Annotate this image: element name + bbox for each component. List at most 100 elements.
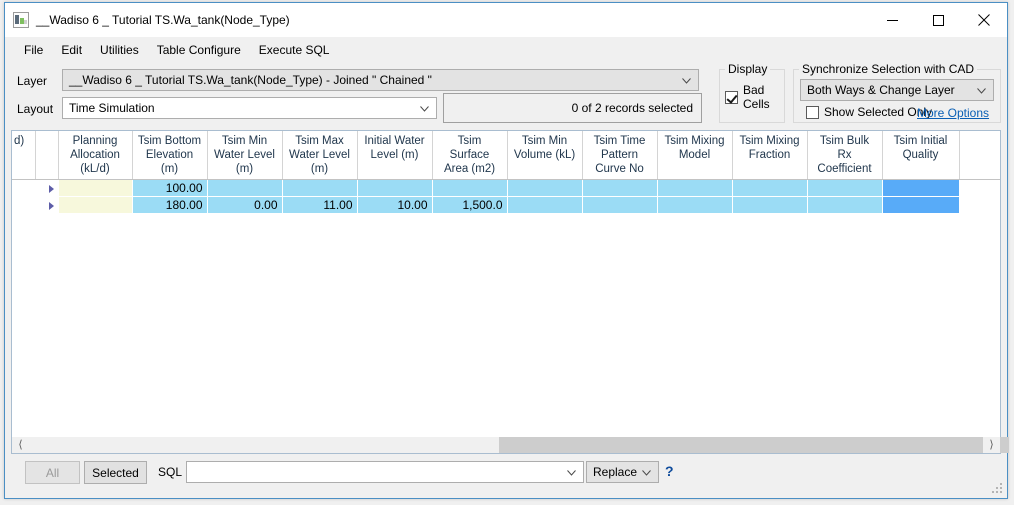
grid-column-header-6[interactable]: Initial Water Level (m) <box>357 131 433 180</box>
grid-cell-r1c8[interactable] <box>507 196 583 214</box>
grid-column-header-12[interactable]: Tsim Bulk Rx Coefficient <box>807 131 883 180</box>
menu-edit[interactable]: Edit <box>52 40 91 60</box>
chevron-right-icon: ⟩ <box>989 438 994 451</box>
grid-column-header-5[interactable]: Tsim Max Water Level (m) <box>282 131 358 180</box>
bad-cells-checkbox[interactable] <box>725 90 738 104</box>
grid-cell-filler <box>959 196 1000 214</box>
grid-cell-r0c6[interactable] <box>357 179 433 197</box>
grid-cell-r0c11[interactable] <box>732 179 808 197</box>
menu-utilities[interactable]: Utilities <box>91 40 148 60</box>
close-button[interactable] <box>961 3 1007 37</box>
help-button[interactable]: ? <box>665 463 674 479</box>
table-row[interactable]: 100.00 <box>12 179 1000 197</box>
grid-body: 100.00 180.00 0.00 11.00 10.00 1,500.0 <box>12 179 1000 214</box>
screenshot-root: __Wadiso 6 _ Tutorial TS.Wa_tank(Node_Ty… <box>0 0 1014 505</box>
sql-label: SQL <box>158 465 183 479</box>
grid-column-header-2[interactable]: Planning Allocation (kL/d) <box>58 131 133 180</box>
grid-cell-r0c0[interactable] <box>12 179 36 197</box>
grid-column-header-1[interactable] <box>35 131 59 180</box>
layout-label: Layout <box>17 102 54 116</box>
grid-cell-r1c6[interactable]: 10.00 <box>357 196 433 214</box>
scrollbar-thumb[interactable] <box>499 437 1009 453</box>
table-row[interactable]: 180.00 0.00 11.00 10.00 1,500.0 <box>12 196 1000 214</box>
grid-column-header-8[interactable]: Tsim Min Volume (kL) <box>507 131 583 180</box>
maximize-button[interactable] <box>915 3 961 37</box>
minimize-icon <box>886 19 898 21</box>
more-options-link[interactable]: More Options <box>917 106 989 120</box>
menu-table-configure[interactable]: Table Configure <box>148 40 250 60</box>
grid-cell-r0c3[interactable]: 100.00 <box>132 179 208 197</box>
grid-column-header-7[interactable]: Tsim Surface Area (m2) <box>432 131 508 180</box>
scroll-left-button[interactable]: ⟨ <box>12 437 29 453</box>
table-grid-icon <box>13 12 29 28</box>
display-group-title: Display <box>725 62 771 76</box>
close-icon <box>978 14 990 26</box>
grid-cell-r0c9[interactable] <box>582 179 658 197</box>
sql-mode-combo[interactable]: Replace <box>586 461 659 483</box>
grid-cell-r1c12[interactable] <box>807 196 883 214</box>
sync-mode-combo[interactable]: Both Ways & Change Layer <box>800 79 994 101</box>
menu-execute-sql[interactable]: Execute SQL <box>250 40 339 60</box>
grid-column-header-10[interactable]: Tsim Mixing Model <box>657 131 733 180</box>
grid-column-header-13[interactable]: Tsim Initial Quality <box>882 131 960 180</box>
grid-cell-r0c2[interactable] <box>58 179 133 197</box>
maximize-icon <box>932 14 944 26</box>
synchronize-group-title: Synchronize Selection with CAD <box>799 62 978 76</box>
grid-cell-r1c5[interactable]: 11.00 <box>282 196 358 214</box>
grid-cell-r0c4[interactable] <box>207 179 283 197</box>
show-selected-only-checkbox[interactable] <box>806 105 819 119</box>
show-selected-only-row[interactable]: Show Selected Only <box>806 105 932 119</box>
grid-cell-r0c8[interactable] <box>507 179 583 197</box>
row-expand-cell[interactable] <box>35 196 59 214</box>
records-selected-text: 0 of 2 records selected <box>571 101 693 115</box>
layer-combo[interactable]: __Wadiso 6 _ Tutorial TS.Wa_tank(Node_Ty… <box>62 69 699 91</box>
chevron-down-icon <box>642 465 651 479</box>
grid-cell-r0c10[interactable] <box>657 179 733 197</box>
grid-cell-r1c13[interactable] <box>882 196 960 214</box>
all-button[interactable]: All <box>25 461 80 484</box>
grid-cell-r1c4[interactable]: 0.00 <box>207 196 283 214</box>
grid-cell-r1c2[interactable] <box>58 196 133 214</box>
layout-combo[interactable]: Time Simulation <box>62 97 437 119</box>
bad-cells-label: Bad Cells <box>743 83 770 111</box>
grid-column-header-3[interactable]: Tsim Bottom Elevation (m) <box>132 131 208 180</box>
grid-cell-r1c11[interactable] <box>732 196 808 214</box>
sql-input-combo[interactable] <box>186 461 584 483</box>
data-grid-container[interactable]: d) Planning Allocation (kL/d) Tsim Bottom … <box>11 130 1001 437</box>
menu-file[interactable]: File <box>15 40 52 60</box>
grid-cell-r1c0[interactable] <box>12 196 36 214</box>
row-expand-cell[interactable] <box>35 179 59 197</box>
grid-column-header-9[interactable]: Tsim Time Pattern Curve No <box>582 131 658 180</box>
scrollbar-track[interactable] <box>29 437 1009 453</box>
minimize-button[interactable] <box>869 3 915 37</box>
selected-button[interactable]: Selected <box>84 461 147 484</box>
resize-grip-icon[interactable] <box>992 483 1004 495</box>
chevron-down-icon <box>567 465 576 479</box>
row-expand-triangle-icon[interactable] <box>48 201 54 210</box>
grid-column-header-0[interactable]: d) <box>12 131 36 180</box>
show-selected-only-label: Show Selected Only <box>824 105 933 119</box>
grid-column-header-11[interactable]: Tsim Mixing Fraction <box>732 131 808 180</box>
grid-cell-r0c7[interactable] <box>432 179 508 197</box>
records-selected-box: 0 of 2 records selected <box>443 93 702 123</box>
grid-cell-r1c7[interactable]: 1,500.0 <box>432 196 508 214</box>
horizontal-scrollbar[interactable]: ⟨ ⟩ <box>11 437 1009 454</box>
scroll-right-button[interactable]: ⟩ <box>983 437 1000 453</box>
title-bar: __Wadiso 6 _ Tutorial TS.Wa_tank(Node_Ty… <box>5 3 1007 37</box>
window-controls <box>869 3 1007 37</box>
bottom-toolbar: All Selected SQL Replace ? <box>5 454 1007 498</box>
grid-cell-r1c9[interactable] <box>582 196 658 214</box>
grid-cell-filler <box>959 179 1000 197</box>
grid-cell-r1c10[interactable] <box>657 196 733 214</box>
grid-cell-r0c5[interactable] <box>282 179 358 197</box>
grid-column-header-4[interactable]: Tsim Min Water Level (m) <box>207 131 283 180</box>
grid-cell-r1c3[interactable]: 180.00 <box>132 196 208 214</box>
grid-cell-r0c13[interactable] <box>882 179 960 197</box>
layer-label: Layer <box>17 74 48 88</box>
synchronize-group: Synchronize Selection with CAD Both Ways… <box>793 62 1001 123</box>
grid-cell-r0c12[interactable] <box>807 179 883 197</box>
bad-cells-checkbox-row[interactable]: Bad Cells <box>725 83 784 111</box>
display-group: Display Bad Cells <box>719 62 785 123</box>
row-expand-triangle-icon[interactable] <box>48 184 54 193</box>
chevron-down-icon <box>420 101 429 115</box>
